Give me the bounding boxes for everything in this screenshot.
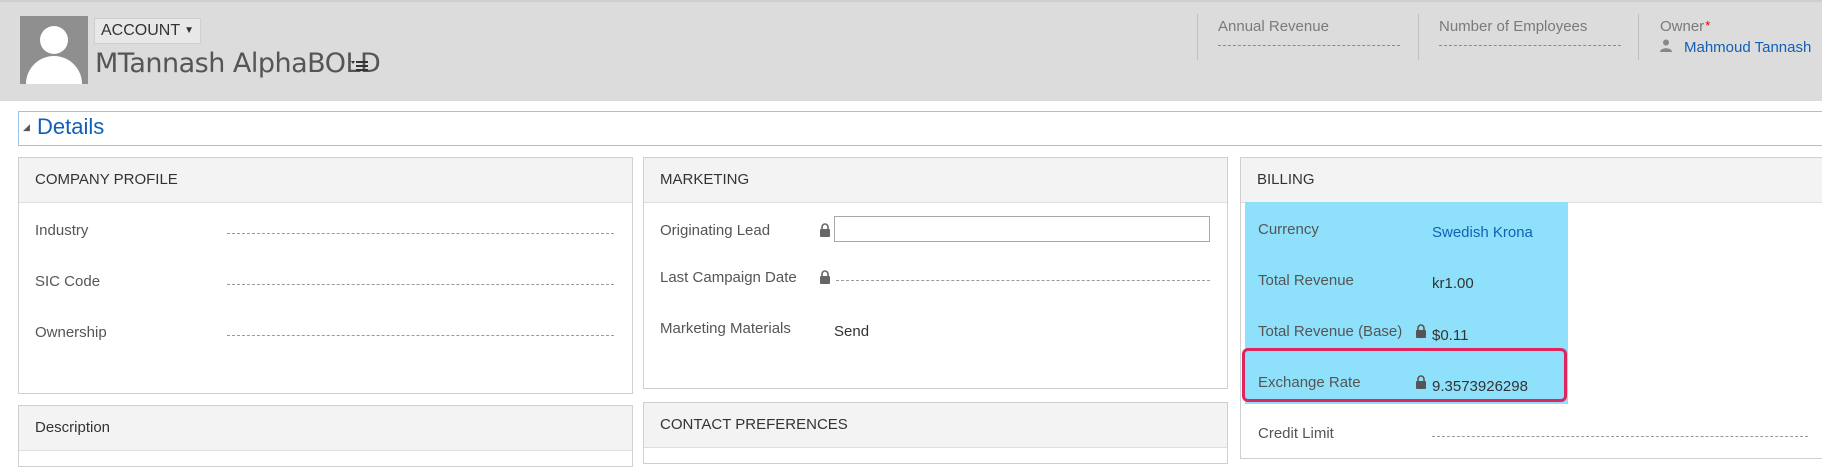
total-revenue-row[interactable]: Total Revenue kr1.00	[1258, 272, 1808, 302]
owner-link[interactable]: Mahmoud Tannash	[1684, 39, 1811, 56]
owner-label: Owner*	[1660, 18, 1711, 35]
marketing-panel: MARKETING Originating Lead Last Campaign…	[643, 157, 1228, 389]
user-icon	[1660, 39, 1674, 55]
collapse-triangle-icon[interactable]: ◢	[23, 122, 30, 133]
contact-preferences-title: CONTACT PREFERENCES	[644, 403, 1227, 448]
header-field-number-of-employees[interactable]: Number of Employees	[1439, 18, 1621, 46]
header-field-owner[interactable]: Owner* Mahmoud Tannash	[1660, 18, 1822, 56]
record-name: MTannash AlphaBOLD	[95, 48, 381, 79]
marketing-materials-label: Marketing Materials	[660, 320, 791, 337]
industry-label: Industry	[35, 222, 89, 239]
list-menu-icon[interactable]	[351, 58, 371, 74]
avatar[interactable]	[20, 16, 88, 84]
number-of-employees-label: Number of Employees	[1439, 18, 1588, 35]
lock-icon	[819, 270, 831, 284]
sic-code-label: SIC Code	[35, 273, 101, 290]
lock-icon	[819, 223, 831, 237]
owner-value[interactable]: Mahmoud Tannash	[1660, 39, 1822, 56]
description-title: Description	[19, 406, 632, 451]
last-campaign-date-row[interactable]: Last Campaign Date	[660, 269, 1211, 299]
total-revenue-base-value: $0.11	[1432, 327, 1469, 344]
sic-code-value[interactable]	[227, 284, 614, 285]
credit-limit-label: Credit Limit	[1258, 425, 1334, 442]
company-profile-title: COMPANY PROFILE	[19, 158, 632, 203]
total-revenue-label: Total Revenue	[1258, 272, 1354, 289]
annual-revenue-label: Annual Revenue	[1218, 18, 1329, 35]
marketing-title: MARKETING	[644, 158, 1227, 203]
number-of-employees-value[interactable]	[1439, 45, 1621, 46]
description-panel: Description	[18, 405, 633, 467]
ownership-value[interactable]	[227, 335, 614, 336]
currency-value[interactable]: Swedish Krona	[1432, 224, 1533, 241]
ownership-label: Ownership	[35, 324, 107, 341]
contact-preferences-panel: CONTACT PREFERENCES	[643, 402, 1228, 464]
credit-limit-value[interactable]	[1432, 436, 1808, 437]
currency-label: Currency	[1258, 221, 1319, 238]
last-campaign-date-value[interactable]	[836, 280, 1210, 281]
billing-title: BILLING	[1241, 158, 1822, 203]
total-revenue-base-label: Total Revenue (Base)	[1258, 323, 1403, 340]
header-field-annual-revenue[interactable]: Annual Revenue	[1218, 18, 1400, 46]
details-section-header[interactable]: ◢ Details	[18, 111, 1822, 146]
required-asterisk: *	[1705, 18, 1711, 33]
header-divider	[1638, 14, 1639, 60]
ownership-row[interactable]: Ownership	[35, 324, 616, 354]
lock-icon	[1415, 324, 1427, 338]
industry-row[interactable]: Industry	[35, 222, 616, 252]
caret-down-icon: ▼	[184, 25, 195, 36]
sic-code-row[interactable]: SIC Code	[35, 273, 616, 303]
entity-type-label: ACCOUNT	[101, 22, 181, 39]
header-divider	[1418, 14, 1419, 60]
details-title: Details	[37, 114, 105, 139]
currency-row[interactable]: Currency Swedish Krona	[1258, 221, 1808, 251]
originating-lead-input[interactable]	[834, 216, 1210, 242]
record-header: ACCOUNT ▼ MTannash AlphaBOLD Annual Reven…	[0, 0, 1822, 101]
header-divider	[1197, 14, 1198, 60]
marketing-materials-row[interactable]: Marketing Materials Send	[660, 320, 1211, 350]
industry-value[interactable]	[227, 233, 614, 234]
originating-lead-row[interactable]: Originating Lead	[660, 216, 1211, 252]
exchange-rate-annotation-box	[1242, 348, 1567, 402]
last-campaign-date-label: Last Campaign Date	[660, 269, 797, 286]
company-profile-panel: COMPANY PROFILE Industry SIC Code Owners…	[18, 157, 633, 394]
credit-limit-row[interactable]: Credit Limit	[1258, 425, 1808, 455]
entity-type-selector[interactable]: ACCOUNT ▼	[94, 18, 202, 44]
annual-revenue-value[interactable]	[1218, 45, 1400, 46]
marketing-materials-value[interactable]: Send	[834, 323, 869, 340]
total-revenue-value[interactable]: kr1.00	[1432, 275, 1474, 292]
originating-lead-label: Originating Lead	[660, 222, 771, 239]
